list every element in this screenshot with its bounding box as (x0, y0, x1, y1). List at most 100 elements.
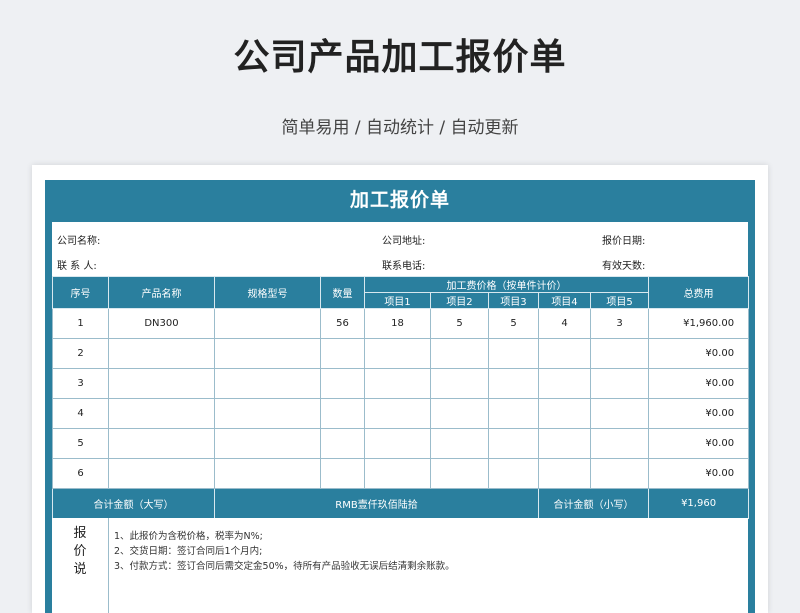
cell-spec[interactable] (214, 338, 321, 369)
cell-item-3[interactable] (488, 428, 539, 459)
contact-label: 联 系 人: (57, 261, 97, 272)
company-address-label: 公司地址: (382, 236, 426, 247)
cell-total[interactable]: ¥0.00 (648, 428, 750, 459)
quote-date-label: 报价日期: (602, 236, 646, 247)
cell-item-5[interactable] (589, 338, 650, 369)
cell-item-3[interactable]: 5 (488, 308, 539, 339)
cell-item-1[interactable] (364, 368, 431, 399)
header-quantity: 数量 (320, 276, 365, 309)
table-row: 3 ¥0.00 (52, 368, 750, 399)
cell-item-1[interactable] (364, 458, 431, 489)
cell-quantity[interactable] (320, 368, 365, 399)
notes-label-char: 价 (73, 544, 87, 559)
table-row: 1 DN300 56 18 5 5 4 3 ¥1,960.00 (52, 308, 750, 339)
page-title: 公司产品加工报价单 (233, 37, 567, 78)
total-row: 合计金额（大写） RMB壹仟玖佰陆拾 合计金额（小写） ¥1,960 (52, 488, 750, 519)
cell-item-2[interactable] (430, 338, 489, 369)
cell-item-2[interactable] (430, 458, 489, 489)
cell-item-1[interactable] (364, 338, 431, 369)
cell-item-1[interactable] (364, 428, 431, 459)
cell-item-2[interactable]: 5 (430, 308, 489, 339)
cell-item-5[interactable] (589, 458, 650, 489)
cell-spec[interactable] (214, 458, 321, 489)
cell-item-2[interactable] (430, 368, 489, 399)
cell-product-name[interactable] (108, 368, 215, 399)
cell-total[interactable]: ¥0.00 (648, 368, 750, 399)
header-item-1: 项目1 (364, 292, 431, 309)
total-upper-label: 合计金额（大写） (52, 488, 215, 519)
sheet-title: 加工报价单 (349, 189, 450, 211)
table-row: 2 ¥0.00 (52, 338, 750, 369)
notes-label-char: 报 (73, 526, 87, 541)
cell-quantity[interactable]: 56 (320, 308, 365, 339)
cell-spec[interactable] (214, 368, 321, 399)
table-row: 4 ¥0.00 (52, 398, 750, 429)
cell-item-3[interactable] (488, 338, 539, 369)
cell-item-3[interactable] (488, 458, 539, 489)
cell-item-2[interactable] (430, 398, 489, 429)
table-row: 5 ¥0.00 (52, 428, 750, 459)
header-item-5: 项目5 (589, 292, 650, 309)
cell-index[interactable]: 3 (52, 368, 109, 399)
header-item-3: 项目3 (488, 292, 539, 309)
header-index: 序号 (52, 276, 109, 309)
cell-item-4[interactable] (538, 338, 591, 369)
total-lower-label: 合计金额（小写） (537, 488, 650, 519)
phone-label: 联系电话: (382, 261, 426, 272)
total-upper-value: RMB壹仟玖佰陆拾 (214, 488, 539, 519)
company-name-label: 公司名称: (57, 236, 101, 247)
cell-quantity[interactable] (320, 428, 365, 459)
cell-total[interactable]: ¥1,960.00 (648, 308, 750, 339)
cell-item-3[interactable] (488, 368, 539, 399)
cell-item-5[interactable] (589, 398, 650, 429)
cell-quantity[interactable] (320, 398, 365, 429)
cell-item-4[interactable] (538, 398, 591, 429)
cell-product-name[interactable] (108, 428, 215, 459)
notes-block: 报 价 说 1、此报价为含税价格，税率为N%; 2、交货日期：签订合同后1个月内… (52, 518, 748, 613)
cell-product-name[interactable] (108, 398, 215, 429)
cell-item-1[interactable]: 18 (364, 308, 431, 339)
cell-item-3[interactable] (488, 398, 539, 429)
cell-index[interactable]: 4 (52, 398, 109, 429)
cell-item-2[interactable] (430, 428, 489, 459)
cell-total[interactable]: ¥0.00 (648, 338, 750, 369)
cell-item-4[interactable] (538, 428, 591, 459)
note-line: 2、交货日期：签订合同后1个月内; (114, 546, 263, 557)
header-item-4: 项目4 (538, 292, 591, 309)
valid-days-label: 有效天数: (602, 261, 646, 272)
header-spec: 规格型号 (214, 276, 321, 309)
cell-spec[interactable] (214, 308, 321, 339)
header-fee-group: 加工费价格（按单件计价） (363, 276, 650, 293)
cell-index[interactable]: 6 (52, 458, 109, 489)
cell-item-1[interactable] (364, 398, 431, 429)
cell-total[interactable]: ¥0.00 (648, 458, 750, 489)
cell-index[interactable]: 2 (52, 338, 109, 369)
header-total: 总费用 (648, 276, 750, 309)
cell-product-name[interactable]: DN300 (108, 308, 215, 339)
cell-item-4[interactable] (538, 368, 591, 399)
cell-index[interactable]: 5 (52, 428, 109, 459)
cell-product-name[interactable] (108, 338, 215, 369)
cell-product-name[interactable] (108, 458, 215, 489)
cell-quantity[interactable] (320, 458, 365, 489)
cell-item-5[interactable] (589, 428, 650, 459)
cell-spec[interactable] (214, 398, 321, 429)
info-block: 公司名称: 公司地址: 报价日期: 联 系 人: 联系电话: 有效天数: (52, 222, 748, 276)
quote-sheet: 加工报价单 公司名称: 公司地址: 报价日期: 联 系 人: 联系电话: 有效天… (45, 180, 755, 613)
table-row: 6 ¥0.00 (52, 458, 750, 489)
cell-item-4[interactable]: 4 (538, 308, 591, 339)
cell-spec[interactable] (214, 428, 321, 459)
document-preview: 加工报价单 公司名称: 公司地址: 报价日期: 联 系 人: 联系电话: 有效天… (32, 165, 768, 613)
notes-label-char: 说 (73, 562, 87, 577)
page-subtitle: 简单易用 / 自动统计 / 自动更新 (281, 118, 519, 138)
header-item-2: 项目2 (430, 292, 489, 309)
quote-table: 序号 产品名称 规格型号 数量 加工费价格（按单件计价） 总费用 项目1 项目2… (52, 276, 750, 519)
cell-quantity[interactable] (320, 338, 365, 369)
notes-label: 报 价 说 (52, 518, 109, 613)
cell-item-5[interactable] (589, 368, 650, 399)
cell-item-4[interactable] (538, 458, 591, 489)
note-line: 1、此报价为含税价格，税率为N%; (114, 531, 263, 542)
cell-total[interactable]: ¥0.00 (648, 398, 750, 429)
cell-index[interactable]: 1 (52, 308, 109, 339)
cell-item-5[interactable]: 3 (589, 308, 650, 339)
